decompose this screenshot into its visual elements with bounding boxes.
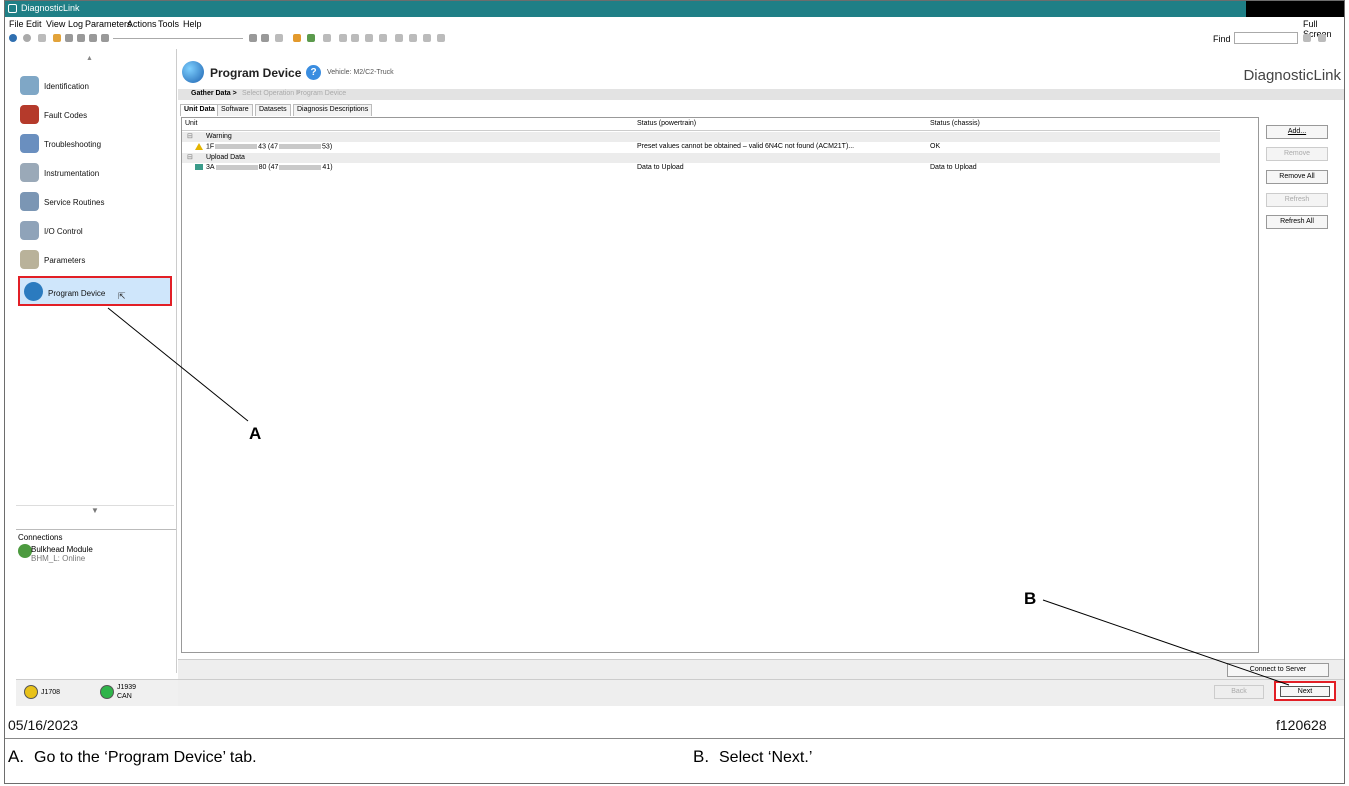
app-window: DiagnosticLink File Edit View Log Parame… [4,0,1345,784]
callout-line-a [107,307,249,422]
caption-a-letter: A. [8,747,25,766]
callout-lines [107,307,1290,686]
caption-a-text: Go to the ‘Program Device’ tab. [34,749,257,766]
callout-label-b: B [1024,589,1037,608]
caption-divider [5,738,1344,739]
callout-label-a: A [249,424,262,443]
caption-b-text: Select ‘Next.’ [719,749,813,766]
figure-id: f120628 [1276,717,1327,733]
caption-b-letter: B. [693,747,710,766]
figure-date: 05/16/2023 [8,717,79,733]
callout-line-b [1042,599,1290,686]
